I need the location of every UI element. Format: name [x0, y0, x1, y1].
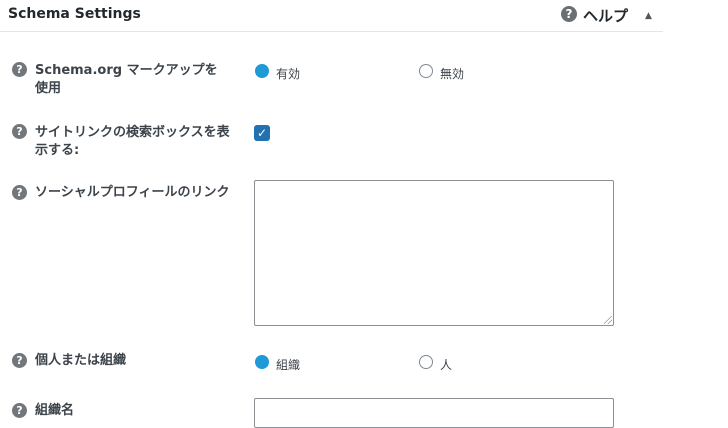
- question-icon[interactable]: ?: [12, 62, 27, 77]
- panel-title: Schema Settings: [8, 6, 141, 22]
- resize-handle-icon[interactable]: [604, 316, 612, 324]
- question-icon[interactable]: ?: [12, 124, 27, 139]
- collapse-toggle-icon[interactable]: ▲: [645, 11, 652, 21]
- social-profiles-label: ソーシャルプロフィールのリンク: [35, 185, 230, 200]
- organization-radio[interactable]: [255, 355, 269, 369]
- person-radio[interactable]: [419, 355, 433, 369]
- schema-enabled-radio[interactable]: [255, 64, 269, 78]
- schema-enabled-label: 有効: [276, 67, 301, 81]
- organization-radio-label: 組織: [276, 358, 301, 372]
- schema-markup-label: Schema.org マークアップを使用: [35, 63, 218, 96]
- schema-disabled-radio[interactable]: [419, 64, 433, 78]
- panel-header: Schema Settings ? ヘルプ ▲: [0, 0, 663, 32]
- help-icon[interactable]: ?: [561, 6, 577, 22]
- person-or-org-label: 個人または組織: [35, 353, 127, 368]
- social-profiles-textarea[interactable]: [254, 180, 614, 326]
- org-name-label: 組織名: [35, 403, 75, 418]
- org-name-input[interactable]: [254, 398, 614, 428]
- schema-disabled-label: 無効: [440, 67, 465, 81]
- help-link[interactable]: ヘルプ: [583, 5, 628, 26]
- question-icon[interactable]: ?: [12, 185, 27, 200]
- sitelinks-label: サイトリンクの検索ボックスを表示する:: [35, 125, 230, 158]
- sitelinks-checkbox[interactable]: ✓: [254, 125, 270, 141]
- person-radio-label: 人: [440, 358, 453, 372]
- question-icon[interactable]: ?: [12, 353, 27, 368]
- schema-settings-panel: Schema Settings ? ヘルプ ▲ ? Schema.org マーク…: [0, 0, 663, 428]
- question-icon[interactable]: ?: [12, 403, 27, 418]
